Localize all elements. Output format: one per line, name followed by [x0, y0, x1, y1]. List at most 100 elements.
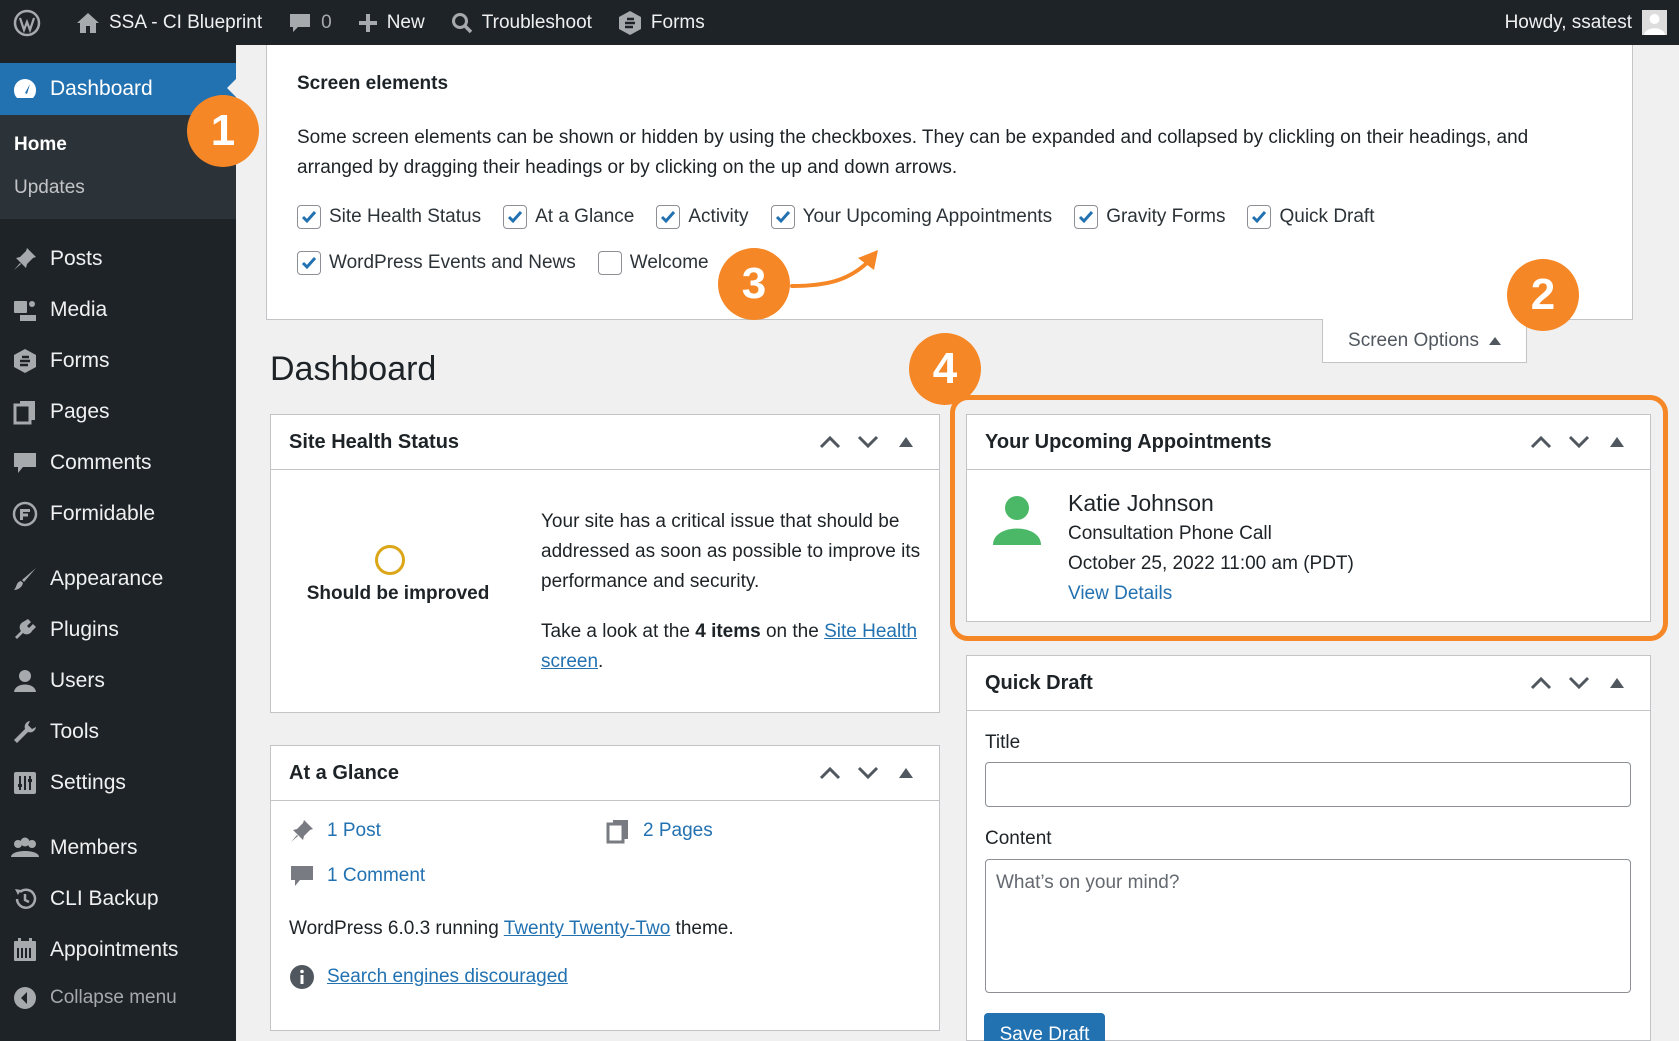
highlight-frame	[950, 395, 1668, 641]
checkbox-checked[interactable]	[297, 251, 321, 275]
widget-header[interactable]: Site Health Status	[271, 415, 939, 470]
toggle-panel-icon[interactable]	[1598, 664, 1636, 702]
glance-comments: 1 Comment	[289, 863, 425, 889]
wordpress-logo-icon[interactable]	[0, 0, 63, 45]
save-draft-button[interactable]: Save Draft	[984, 1013, 1105, 1041]
members-group-icon	[10, 833, 40, 863]
move-up-icon[interactable]	[811, 754, 849, 792]
howdy-text: Howdy, ssatest	[1504, 11, 1632, 33]
menu-label-plugins: Plugins	[50, 617, 119, 641]
search-icon	[451, 12, 472, 33]
checkbox-checked[interactable]	[1074, 205, 1099, 229]
annotation-badge-1: 1	[187, 95, 259, 167]
new-content-link[interactable]: New	[345, 0, 438, 45]
widget-header[interactable]: At a Glance	[271, 746, 939, 801]
menu-label-settings: Settings	[50, 770, 126, 794]
title-input[interactable]	[985, 762, 1631, 807]
submenu-item-updates[interactable]: Updates	[0, 166, 236, 209]
toggle-panel-icon[interactable]	[887, 754, 925, 792]
menu-item-appearance[interactable]: Appearance	[0, 553, 236, 604]
comments-link[interactable]: 0	[275, 0, 345, 45]
menu-label-formidable: Formidable	[50, 501, 156, 525]
screen-options-toggle[interactable]: Screen Options	[1322, 319, 1527, 363]
forms-link[interactable]: Forms	[605, 0, 718, 45]
checkbox-at-a-glance[interactable]: At a Glance	[503, 205, 634, 229]
posts-count-link[interactable]: 1 Post	[327, 820, 381, 842]
checkbox-wordpress-events-and-news[interactable]: WordPress Events and News	[297, 251, 576, 275]
wrench-icon	[10, 717, 40, 747]
checkbox-checked[interactable]	[503, 205, 528, 229]
wordpress-version-text: WordPress 6.0.3 running Twenty Twenty-Tw…	[289, 918, 734, 939]
content-label: Content	[985, 828, 1052, 849]
menu-item-media[interactable]: Media	[0, 284, 236, 335]
menu-item-members[interactable]: Members	[0, 822, 236, 873]
checkbox-checked[interactable]	[770, 205, 795, 229]
site-health-message: Your site has a critical issue that shou…	[541, 511, 921, 672]
theme-link[interactable]: Twenty Twenty-Two	[504, 918, 671, 939]
site-health-items-count: 4 items	[695, 621, 761, 642]
collapse-menu-button[interactable]: Collapse menu	[0, 975, 236, 1021]
menu-item-tools[interactable]: Tools	[0, 706, 236, 757]
site-name: SSA - CI Blueprint	[109, 11, 263, 33]
menu-item-pages[interactable]: Pages	[0, 386, 236, 437]
glance-pages: 2 Pages	[605, 818, 713, 844]
avatar	[1642, 10, 1667, 35]
pages-count-link[interactable]: 2 Pages	[643, 820, 713, 842]
menu-label-tools: Tools	[50, 719, 100, 743]
checkbox-checked[interactable]	[656, 205, 681, 229]
menu-item-comments[interactable]: Comments	[0, 437, 236, 488]
comments-count-link[interactable]: 1 Comment	[327, 865, 425, 887]
pages-icon	[10, 397, 40, 427]
comment-bubble-icon	[290, 13, 311, 32]
info-icon	[290, 965, 314, 989]
menu-label-posts: Posts	[50, 246, 103, 270]
menu-item-settings[interactable]: Settings	[0, 757, 236, 808]
screen-options-label: Screen Options	[1348, 329, 1479, 351]
screen-elements-heading: Screen elements	[297, 73, 449, 94]
my-account-link[interactable]: Howdy, ssatest	[1492, 0, 1679, 45]
backup-history-icon	[10, 884, 40, 914]
collapse-menu-label: Collapse menu	[50, 987, 177, 1008]
checkbox-welcome[interactable]: Welcome	[597, 251, 709, 275]
checkbox-your-upcoming-appointments[interactable]: Your Upcoming Appointments	[770, 205, 1052, 229]
triangle-up-icon	[1488, 336, 1501, 345]
menu-label-comments: Comments	[50, 450, 152, 474]
move-up-icon[interactable]	[1522, 664, 1560, 702]
menu-item-users[interactable]: Users	[0, 655, 236, 706]
menu-item-appointments[interactable]: Appointments	[0, 924, 236, 975]
content-textarea[interactable]: What’s on your mind?	[985, 859, 1631, 993]
toggle-panel-icon[interactable]	[887, 423, 925, 461]
widget-title: At a Glance	[289, 761, 400, 784]
checkbox-unchecked[interactable]	[597, 251, 622, 275]
menu-label-members: Members	[50, 835, 138, 859]
move-up-icon[interactable]	[811, 423, 849, 461]
screen-elements-description: Some screen elements can be shown or hid…	[297, 127, 1529, 178]
menu-item-formidable[interactable]: Formidable	[0, 488, 236, 539]
formidable-icon	[10, 499, 40, 529]
plus-icon	[358, 13, 377, 32]
site-name-link[interactable]: SSA - CI Blueprint	[63, 0, 275, 45]
widget-header[interactable]: Quick Draft	[967, 656, 1650, 711]
checkbox-site-health-status[interactable]: Site Health Status	[297, 205, 481, 229]
menu-item-forms[interactable]: Forms	[0, 335, 236, 386]
troubleshoot-link[interactable]: Troubleshoot	[438, 0, 605, 45]
comment-bubble-icon	[10, 448, 40, 478]
checkbox-quick-draft[interactable]: Quick Draft	[1247, 205, 1375, 229]
move-down-icon[interactable]	[849, 423, 887, 461]
checkbox-checked[interactable]	[297, 205, 321, 229]
menu-item-plugins[interactable]: Plugins	[0, 604, 236, 655]
quick-draft-widget: Quick Draft Title Content What’s on your…	[966, 655, 1651, 1041]
menu-item-cli-backup[interactable]: CLI Backup	[0, 873, 236, 924]
widget-title: Quick Draft	[985, 671, 1093, 694]
search-engines-discouraged-link[interactable]: Search engines discouraged	[327, 966, 568, 988]
user-icon	[10, 666, 40, 696]
collapse-arrow-icon	[10, 983, 40, 1013]
move-down-icon[interactable]	[1560, 664, 1598, 702]
checkbox-checked[interactable]	[1247, 205, 1272, 229]
move-down-icon[interactable]	[849, 754, 887, 792]
pushpin-icon	[10, 244, 40, 274]
media-icon	[10, 295, 40, 325]
checkbox-gravity-forms[interactable]: Gravity Forms	[1074, 205, 1225, 229]
menu-item-posts[interactable]: Posts	[0, 233, 236, 284]
checkbox-activity[interactable]: Activity	[656, 205, 749, 229]
